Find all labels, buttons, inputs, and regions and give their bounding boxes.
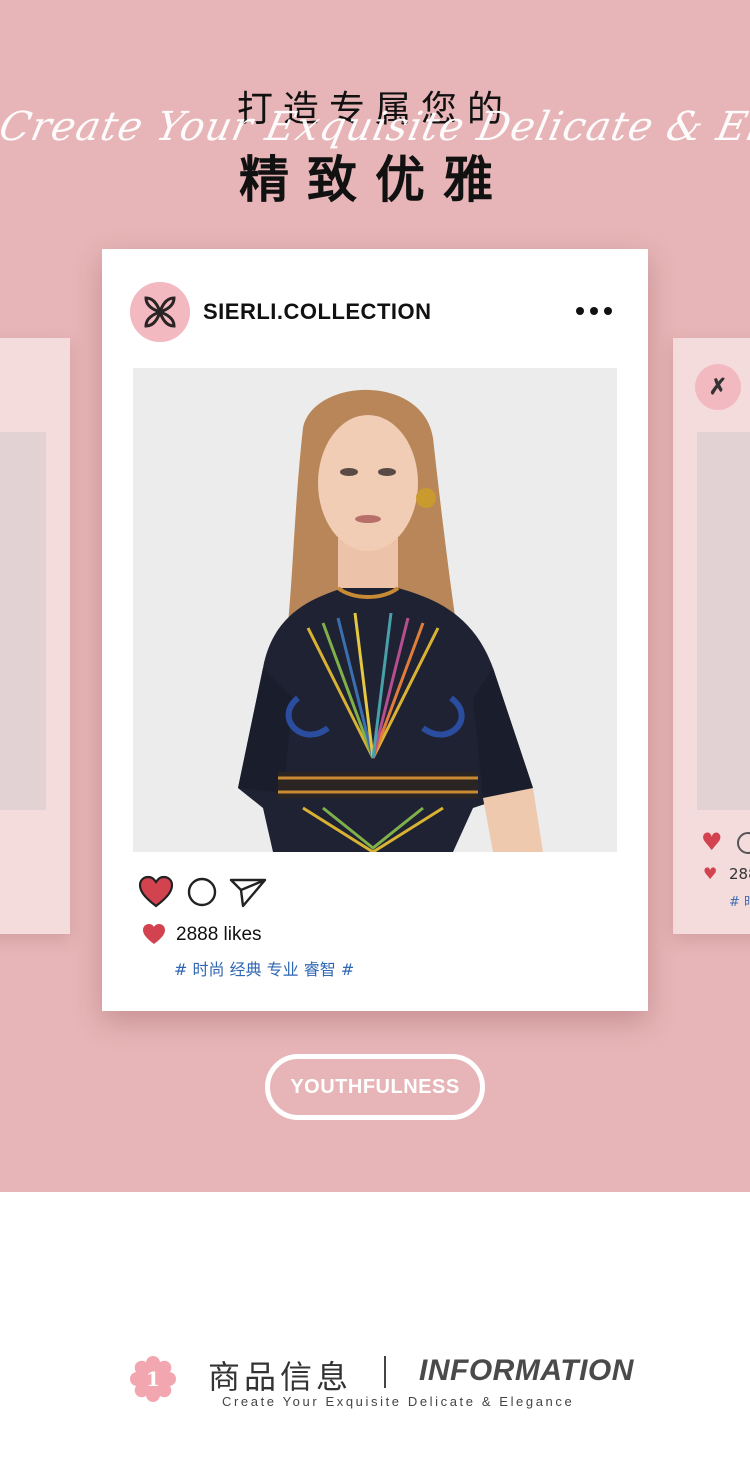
likes-count: 288 bbox=[729, 865, 750, 883]
likes-count[interactable]: 2888 likes bbox=[176, 924, 262, 946]
post-photo[interactable] bbox=[133, 368, 617, 852]
badge-number: 1 bbox=[146, 1367, 160, 1391]
headline-line-2: 精致优雅 bbox=[239, 151, 511, 209]
more-icon[interactable] bbox=[576, 301, 616, 321]
avatar[interactable] bbox=[130, 282, 190, 342]
logo-icon: ✗ bbox=[695, 364, 741, 410]
hashtags[interactable]: # 时尚 经典 专业 睿智 # bbox=[174, 956, 354, 980]
section-title-en: INFORMATION bbox=[419, 1354, 634, 1387]
comment-icon[interactable] bbox=[737, 832, 750, 854]
hero-section: ✗ ♥ ♥ 288 # 时 打造专属您的 Create Your Exquisi… bbox=[0, 0, 750, 1192]
post-username[interactable]: SIERLI.COLLECTION bbox=[203, 299, 432, 325]
hashtags: # 时 bbox=[729, 895, 750, 910]
youthfulness-label: YOUTHFULNESS bbox=[290, 1076, 460, 1098]
heart-icon: ♥ bbox=[703, 864, 718, 883]
youthfulness-button[interactable]: YOUTHFULNESS bbox=[265, 1054, 485, 1120]
title-separator bbox=[384, 1356, 386, 1388]
side-card-right[interactable]: ✗ ♥ ♥ 288 # 时 bbox=[673, 338, 750, 934]
flower-badge-icon: 1 bbox=[130, 1356, 176, 1402]
section-title-cn: 商品信息 bbox=[208, 1358, 353, 1396]
heart-icon bbox=[143, 924, 165, 944]
post-card: SIERLI.COLLECTION 2888 likes # 时尚 经典 专业 … bbox=[102, 249, 648, 1011]
side-card-left[interactable] bbox=[0, 338, 70, 934]
heart-icon[interactable] bbox=[138, 875, 174, 909]
side-card-photo bbox=[0, 432, 46, 810]
share-icon[interactable] bbox=[229, 876, 267, 908]
heart-icon[interactable]: ♥ bbox=[701, 828, 723, 856]
side-card-photo bbox=[697, 432, 750, 810]
section-subtitle: Create Your Exquisite Delicate & Eleganc… bbox=[222, 1394, 575, 1409]
comment-icon[interactable] bbox=[186, 876, 218, 908]
logo-icon bbox=[130, 282, 190, 342]
